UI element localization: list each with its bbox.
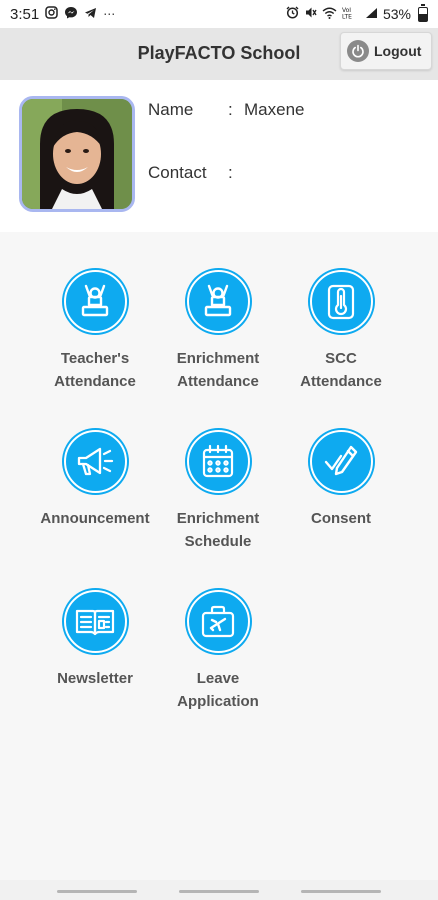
menu-label: Enrichment Attendance [176, 350, 260, 390]
back-button[interactable] [301, 890, 381, 893]
menu-consent[interactable]: Consent [281, 430, 401, 530]
menu-label: Newsletter [57, 670, 133, 687]
name-row: Name : Maxene [148, 100, 304, 120]
power-icon [347, 40, 369, 62]
avatar [19, 96, 135, 212]
menu-enrichment-attendance[interactable]: Enrichment Attendance [158, 270, 278, 393]
menu-label: Leave Application [177, 670, 259, 710]
mute-icon [304, 6, 317, 22]
home-button[interactable] [179, 890, 259, 893]
megaphone-icon [63, 430, 127, 493]
more-dots-icon: ⋯ [103, 7, 116, 21]
navigation-bar [0, 880, 438, 900]
alarm-icon [286, 6, 299, 22]
logout-label: Logout [374, 43, 422, 59]
contact-colon: : [228, 163, 233, 182]
instagram-icon [45, 6, 58, 22]
name-value: Maxene [244, 100, 305, 119]
consent-pen-icon [309, 430, 373, 493]
recent-apps-button[interactable] [57, 890, 137, 893]
wifi-icon [322, 6, 337, 22]
menu-enrichment-schedule[interactable]: Enrichment Schedule [158, 430, 278, 553]
menu-label: Consent [311, 510, 371, 527]
menu-scc-attendance[interactable]: SCC Attendance [281, 270, 401, 393]
svg-text:LTE: LTE [342, 14, 352, 20]
logout-button[interactable]: Logout [340, 32, 432, 70]
battery-percent: 53% [382, 6, 411, 22]
telegram-icon [84, 6, 97, 22]
menu-newsletter[interactable]: Newsletter [35, 590, 155, 690]
battery-icon [418, 3, 428, 22]
menu-announcement[interactable]: Announcement [35, 430, 155, 530]
signal-icon [365, 6, 378, 22]
app-header: PlayFACTO School Logout [0, 28, 438, 80]
messenger-icon [64, 6, 78, 22]
volte-icon: VoI LTE [342, 6, 360, 22]
enrichment-attendance-icon [186, 270, 250, 333]
menu-teachers-attendance[interactable]: Teacher's Attendance [35, 270, 155, 393]
name-label: Name [148, 100, 194, 119]
newsletter-icon [63, 590, 127, 653]
calendar-icon [186, 430, 250, 493]
menu-label: SCC Attendance [300, 350, 382, 390]
menu-leave-application[interactable]: Leave Application [158, 590, 278, 713]
status-time: 3:51 [10, 5, 40, 23]
thermometer-icon [309, 270, 373, 333]
teacher-attendance-icon [63, 270, 127, 333]
contact-row: Contact : [148, 163, 244, 183]
menu-label: Teacher's Attendance [54, 350, 136, 390]
menu-label: Announcement [40, 510, 150, 527]
suitcase-plane-icon [186, 590, 250, 653]
profile-card: Name : Maxene Contact : [0, 80, 438, 232]
name-colon: : [228, 100, 233, 119]
menu-label: Enrichment Schedule [176, 510, 260, 550]
status-bar: 3:51 ⋯ VoI LTE 53% [0, 0, 438, 28]
contact-label: Contact [148, 163, 207, 182]
